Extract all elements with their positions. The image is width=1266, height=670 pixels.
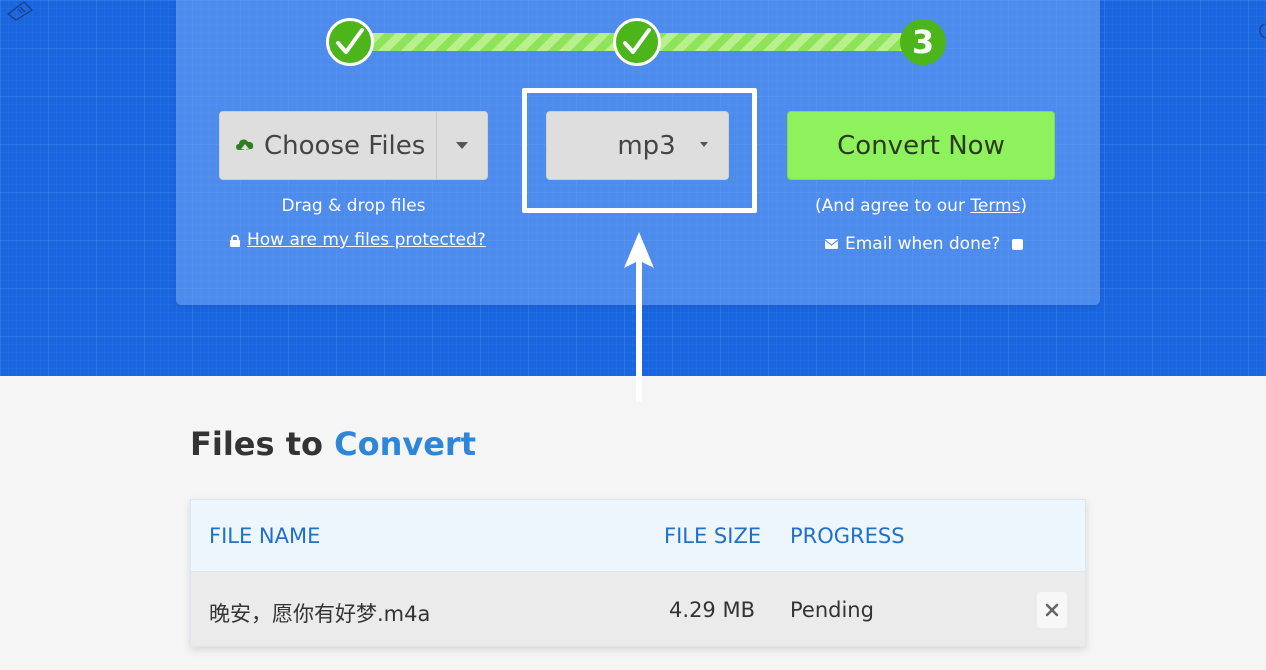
email-label: Email when done? — [845, 234, 1001, 254]
terms-prefix: (And agree to our — [814, 196, 971, 216]
drag-drop-hint: Drag & drop files — [281, 196, 426, 216]
envelope-icon — [825, 239, 838, 249]
column-progress: PROGRESS — [790, 524, 905, 548]
upload-cloud-icon — [236, 139, 254, 155]
terms-notice: (And agree to our Terms) — [787, 196, 1055, 216]
arrow-up-icon — [624, 232, 654, 402]
step-1-complete — [326, 18, 374, 66]
step-2-complete — [613, 18, 661, 66]
doodle-icon — [1259, 23, 1266, 39]
close-icon — [1045, 603, 1059, 617]
convert-now-button[interactable]: Convert Now — [787, 111, 1055, 180]
column-file-size: FILE SIZE — [664, 524, 762, 548]
remove-file-button[interactable] — [1037, 592, 1067, 628]
doodle-icon — [7, 1, 33, 21]
title-part-2: Convert — [334, 425, 476, 463]
files-table: FILE NAME FILE SIZE PROGRESS 晚安，愿你有好梦.m4… — [190, 499, 1086, 647]
column-file-name: FILE NAME — [209, 524, 321, 548]
table-row: 晚安，愿你有好梦.m4a 4.29 MB Pending — [191, 572, 1085, 646]
choose-files-dropdown[interactable] — [437, 112, 487, 179]
choose-files-button[interactable]: Choose Files — [219, 111, 488, 180]
files-protected-link[interactable]: How are my files protected? — [229, 230, 486, 250]
check-icon — [623, 28, 651, 54]
output-format-select[interactable]: mp3 — [546, 111, 729, 180]
files-section-title: Files to Convert — [190, 425, 476, 463]
progress-cell: Pending — [790, 598, 874, 622]
email-checkbox[interactable] — [1012, 238, 1024, 250]
choose-files-label: Choose Files — [264, 130, 426, 161]
hero-section: 3 Choose Files Drag & drop files How are… — [0, 0, 1266, 402]
title-part-1: Files to — [190, 425, 335, 463]
chevron-down-icon — [456, 142, 468, 149]
chevron-down-icon — [700, 142, 708, 147]
terms-suffix: ) — [1020, 196, 1028, 216]
file-size-cell: 4.29 MB — [669, 598, 755, 622]
files-protected-text[interactable]: How are my files protected? — [247, 230, 486, 250]
format-value: mp3 — [617, 130, 676, 161]
file-name-cell: 晚安，愿你有好梦.m4a — [209, 602, 431, 626]
step-3-current: 3 — [900, 19, 946, 65]
step-number: 3 — [911, 23, 935, 61]
lock-icon — [230, 234, 240, 247]
choose-files-main[interactable]: Choose Files — [220, 112, 437, 179]
terms-link[interactable]: Terms — [970, 196, 1020, 216]
check-icon — [336, 28, 364, 54]
email-when-done[interactable]: Email when done? — [825, 234, 1024, 254]
table-header: FILE NAME FILE SIZE PROGRESS — [191, 500, 1085, 572]
